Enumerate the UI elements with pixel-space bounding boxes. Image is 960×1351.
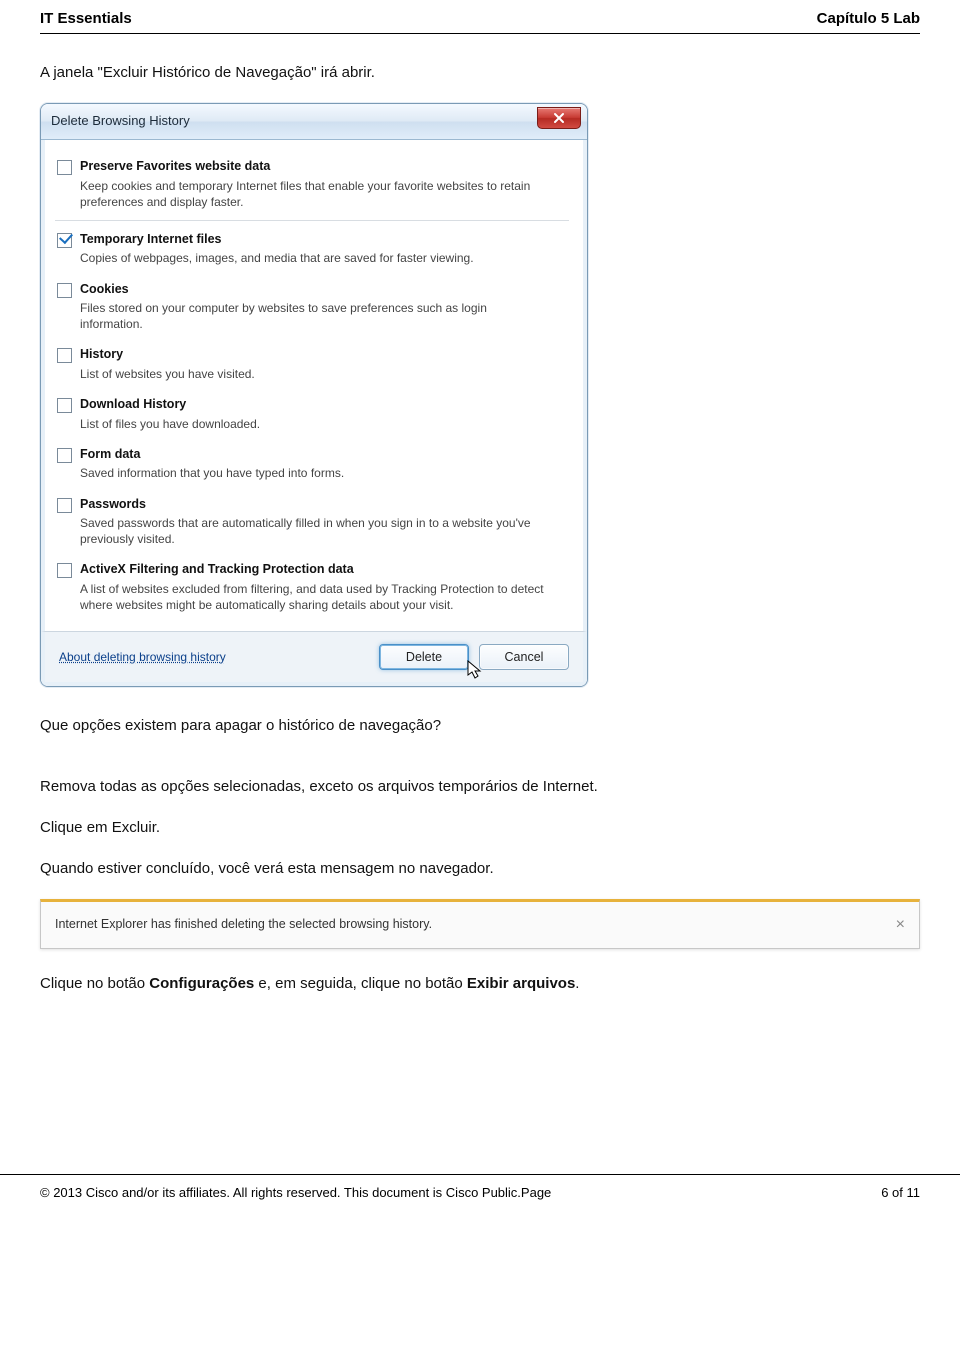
option-label: ActiveX Filtering and Tracking Protectio… <box>80 561 550 579</box>
instruction-click-delete: Clique em Excluir. <box>40 817 920 838</box>
option-passwords[interactable]: Passwords Saved passwords that are autom… <box>55 490 569 556</box>
header-right: Capítulo 5 Lab <box>817 10 920 27</box>
option-desc: Saved information that you have typed in… <box>80 465 344 481</box>
option-label: Form data <box>80 446 344 464</box>
footer-copyright: © 2013 Cisco and/or its affiliates. All … <box>40 1185 551 1200</box>
checkbox[interactable] <box>57 448 72 463</box>
page-footer: © 2013 Cisco and/or its affiliates. All … <box>0 1174 960 1226</box>
option-cookies[interactable]: Cookies Files stored on your computer by… <box>55 275 569 341</box>
close-button[interactable] <box>537 107 581 129</box>
option-desc: Saved passwords that are automatically f… <box>80 515 550 547</box>
dialog-titlebar: Delete Browsing History <box>41 104 587 140</box>
notification-close-icon[interactable]: × <box>896 917 905 933</box>
option-label: Cookies <box>80 281 550 299</box>
question-text: Que opções existem para apagar o históri… <box>40 715 920 736</box>
header-left: IT Essentials <box>40 10 132 27</box>
close-icon <box>553 112 565 124</box>
cancel-button[interactable]: Cancel <box>479 644 569 670</box>
instruction-remove: Remova todas as opções selecionadas, exc… <box>40 776 920 797</box>
option-desc: List of websites you have visited. <box>80 366 255 382</box>
option-label: Temporary Internet files <box>80 231 474 249</box>
option-desc: Files stored on your computer by website… <box>80 300 550 332</box>
delete-button[interactable]: Delete <box>379 644 469 670</box>
checkbox[interactable] <box>57 160 72 175</box>
page-header: IT Essentials Capítulo 5 Lab <box>40 0 920 34</box>
option-label: Passwords <box>80 496 550 514</box>
footer-page-number: 6 of 11 <box>881 1185 920 1200</box>
option-history[interactable]: History List of websites you have visite… <box>55 340 569 390</box>
option-form-data[interactable]: Form data Saved information that you hav… <box>55 440 569 490</box>
option-desc: Copies of webpages, images, and media th… <box>80 250 474 266</box>
option-activex-tracking[interactable]: ActiveX Filtering and Tracking Protectio… <box>55 555 569 621</box>
option-download-history[interactable]: Download History List of files you have … <box>55 390 569 440</box>
checkbox[interactable] <box>57 398 72 413</box>
dialog-title: Delete Browsing History <box>51 112 190 130</box>
option-desc: List of files you have downloaded. <box>80 416 260 432</box>
instruction-done-msg: Quando estiver concluído, você verá esta… <box>40 858 920 879</box>
checkbox[interactable] <box>57 498 72 513</box>
cursor-icon <box>467 660 483 680</box>
option-label: Download History <box>80 396 260 414</box>
checkbox[interactable] <box>57 233 72 248</box>
intro-text: A janela "Excluir Histórico de Navegação… <box>40 62 920 83</box>
checkbox[interactable] <box>57 283 72 298</box>
instruction-settings: Clique no botão Configurações e, em segu… <box>40 973 920 994</box>
about-link[interactable]: About deleting browsing history <box>59 649 226 666</box>
checkbox[interactable] <box>57 348 72 363</box>
notification-text: Internet Explorer has finished deleting … <box>55 916 432 934</box>
option-temp-internet-files[interactable]: Temporary Internet files Copies of webpa… <box>55 225 569 275</box>
option-label: Preserve Favorites website data <box>80 158 550 176</box>
notification-bar: Internet Explorer has finished deleting … <box>40 899 920 949</box>
cancel-button-label: Cancel <box>505 649 544 667</box>
option-desc: Keep cookies and temporary Internet file… <box>80 178 550 210</box>
option-preserve-favorites[interactable]: Preserve Favorites website data Keep coo… <box>55 152 569 218</box>
delete-button-label: Delete <box>406 649 442 667</box>
option-label: History <box>80 346 255 364</box>
checkbox[interactable] <box>57 563 72 578</box>
option-desc: A list of websites excluded from filteri… <box>80 581 550 613</box>
dialog-screenshot: Delete Browsing History Preserve Favorit… <box>40 103 920 687</box>
